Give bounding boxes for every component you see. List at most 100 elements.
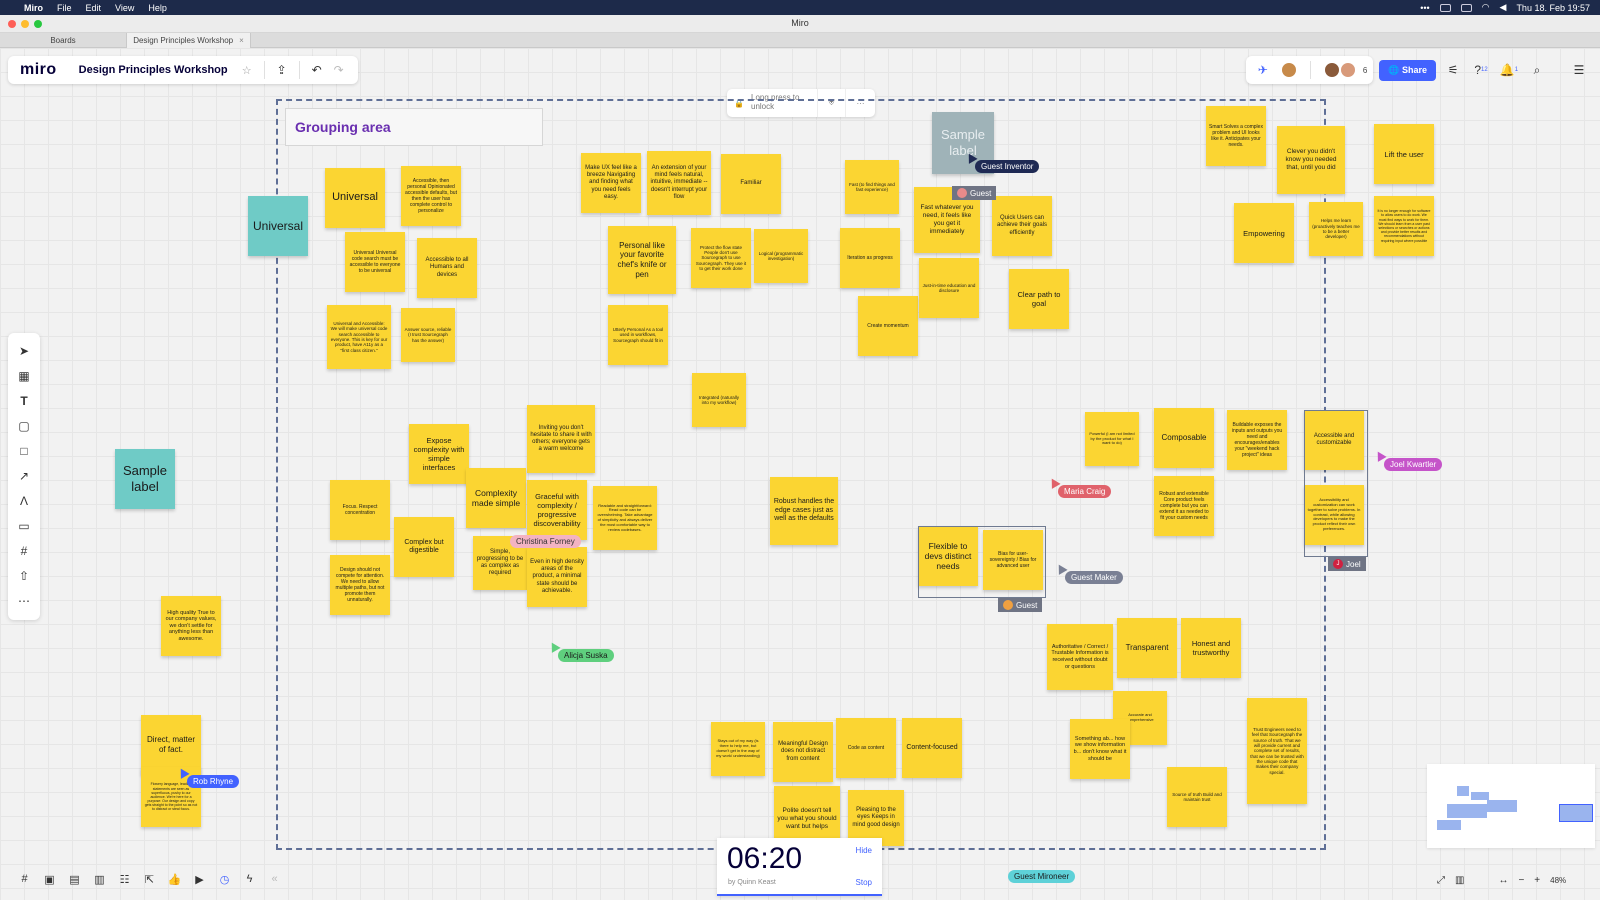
minimap[interactable] — [1427, 764, 1595, 848]
zoom-in-button[interactable]: + — [1534, 875, 1540, 886]
templates-icon[interactable]: ▦ — [13, 366, 35, 385]
upload-icon[interactable]: ⇧ — [13, 566, 35, 585]
datetime[interactable]: Thu 18. Feb 19:57 — [1516, 3, 1590, 13]
menu-edit[interactable]: Edit — [86, 3, 102, 13]
text-icon[interactable]: T — [13, 391, 35, 410]
zoom-level[interactable]: 48% — [1550, 876, 1566, 885]
sticky-note-fast-small[interactable]: Fast (to find things and fast experience… — [845, 160, 899, 214]
cards-icon[interactable]: ▥ — [89, 869, 110, 889]
sticky-note-accessible-personal[interactable]: Accessible, then personal Opinionated ac… — [401, 166, 461, 226]
sticky-note-universal[interactable]: Universal — [325, 168, 385, 228]
chat-icon[interactable]: ▤ — [64, 869, 85, 889]
share-button[interactable]: 🌐 Share — [1379, 59, 1436, 81]
sticky-note-universal-code[interactable]: Universal Universal code search must be … — [345, 232, 405, 292]
sticky-note-robust[interactable]: Robust handles the edge cases just as we… — [770, 477, 838, 545]
fit-width-icon[interactable]: ↔ — [1498, 875, 1508, 886]
display-icon[interactable] — [1460, 3, 1472, 12]
sticky-note-empowering[interactable]: Empowering — [1234, 203, 1294, 263]
sticky-note-complexity-simple[interactable]: Complexity made simple — [466, 468, 526, 528]
timer-stop-button[interactable]: Stop — [856, 878, 872, 887]
sticky-note-make-ux[interactable]: Make UX feel like a breeze Navigating an… — [581, 153, 641, 213]
sticky-note-just-in-time[interactable]: Just-in-time education and disclosure — [919, 258, 979, 318]
close-tab-icon[interactable]: × — [239, 36, 244, 45]
sticky-note-universal-teal[interactable]: Universal — [248, 196, 308, 256]
miro-logo[interactable]: miro — [20, 61, 57, 79]
more-icon[interactable]: ••• — [1420, 3, 1429, 13]
sticky-note-smart[interactable]: Smart Solves a complex problem and UI lo… — [1206, 106, 1266, 166]
sticky-note-iteration[interactable]: Iteration as progress — [840, 228, 900, 288]
shape-icon[interactable]: □ — [13, 441, 35, 460]
menu-app-name[interactable]: Miro — [24, 3, 43, 13]
frames-icon[interactable]: # — [14, 869, 35, 889]
battery-icon[interactable] — [1439, 3, 1451, 12]
menu-file[interactable]: File — [57, 3, 72, 13]
sticky-note-create-momentum[interactable]: Create momentum — [858, 296, 918, 356]
search-icon[interactable]: ⌕ — [1526, 59, 1548, 81]
sticky-note-buildable[interactable]: Buildable exposes the inputs and outputs… — [1227, 410, 1287, 470]
apps-icon[interactable]: ϟ — [239, 869, 260, 889]
frame-title-box[interactable]: Grouping area — [285, 108, 543, 146]
wifi-icon[interactable]: ◠ — [1482, 2, 1490, 13]
sticky-note-inviting[interactable]: Inviting you don't hesitate to share it … — [527, 405, 595, 473]
sticky-note-trust[interactable]: Trust Engineers need to feel that Source… — [1247, 698, 1307, 804]
sticky-note-high-quality[interactable]: High quality True to our company values,… — [161, 596, 221, 656]
minimap-viewport[interactable] — [1559, 804, 1593, 822]
sticky-note-stays-out[interactable]: Stays out of my way (is there to help me… — [711, 722, 765, 776]
sticky-note-utterly-personal[interactable]: Utterly Personal As a tool used in workf… — [608, 305, 668, 365]
kanban-icon[interactable]: ☷ — [114, 869, 135, 889]
timer-icon[interactable]: ◷ — [214, 869, 235, 889]
comment-icon[interactable]: ▭ — [13, 516, 35, 535]
collapse-icon[interactable]: « — [264, 869, 285, 889]
menu-view[interactable]: View — [115, 3, 134, 13]
avatar[interactable] — [1279, 61, 1298, 79]
sticky-note-high-density[interactable]: Even in high density areas of the produc… — [527, 547, 587, 607]
sticky-note-honest[interactable]: Honest and trustworthy — [1181, 618, 1241, 678]
reactions-icon[interactable]: ✈ — [1252, 59, 1274, 81]
sticky-note-answer-source[interactable]: Answer source, reliable (I trust Sourceg… — [401, 308, 455, 362]
timer-hide-button[interactable]: Hide — [856, 846, 872, 855]
sticky-note-helps-learn[interactable]: Helps me learn (proactively teaches me t… — [1309, 202, 1363, 256]
settings-sliders-icon[interactable]: ⚟ — [1442, 59, 1464, 81]
sticky-note-transparent[interactable]: Transparent — [1117, 618, 1177, 678]
board-title[interactable]: Design Principles Workshop — [79, 64, 228, 76]
sticky-note-robust-extensible[interactable]: Robust and extensible Core product feels… — [1154, 476, 1214, 536]
sticky-note-readable[interactable]: Readable and straightforward: Read code … — [593, 486, 657, 550]
sticky-note-universal-accessible[interactable]: Universal and Accessible: We will make u… — [327, 305, 391, 369]
sticky-note-design-not-compete[interactable]: Design should not compete for attention.… — [330, 555, 390, 615]
video-icon[interactable]: ▶ — [189, 869, 210, 889]
sticky-note-icon[interactable]: ▢ — [13, 416, 35, 435]
sticky-note-focus-respect[interactable]: Focus. Respect concentration — [330, 480, 390, 540]
sticky-note-clear-path[interactable]: Clear path to goal — [1009, 269, 1069, 329]
tab-design-principles[interactable]: Design Principles Workshop × — [127, 33, 251, 48]
zoom-out-button[interactable]: − — [1518, 875, 1524, 886]
avatar[interactable] — [1338, 61, 1357, 79]
sticky-note-logical[interactable]: Logical (programmatic investigation) — [754, 229, 808, 283]
sticky-note-no-longer[interactable]: It is no longer enough for software to a… — [1374, 196, 1434, 256]
collaborator-count[interactable]: 6 — [1363, 66, 1367, 75]
select-icon[interactable]: ➤ — [13, 341, 35, 360]
sticky-note-authoritative[interactable]: Authoritative / Correct / Trustable Info… — [1047, 624, 1113, 690]
connector-icon[interactable]: ↗ — [13, 466, 35, 485]
like-icon[interactable]: 👍 — [164, 869, 185, 889]
help-icon[interactable]: ? 12 — [1470, 59, 1492, 81]
tab-boards[interactable]: Boards — [0, 33, 127, 48]
export-icon[interactable]: ⇪ — [271, 59, 293, 81]
sticky-note-familiar[interactable]: Familiar — [721, 154, 781, 214]
sticky-note-integrated[interactable]: Integrated (naturally into my workflow) — [692, 373, 746, 427]
presentation-icon[interactable]: ▣ — [39, 869, 60, 889]
frame-icon[interactable]: # — [13, 541, 35, 560]
sticky-note-expose-complexity[interactable]: Expose complexity with simple interfaces — [409, 424, 469, 484]
sticky-note-graceful[interactable]: Graceful with complexity / progressive d… — [527, 480, 587, 540]
sticky-note-code-content[interactable]: Code as content — [836, 718, 896, 778]
sticky-note-powerful[interactable]: Powerful (I am not limited by the produc… — [1085, 412, 1139, 466]
sticky-note-protect-flow[interactable]: Protect the flow state People don't use … — [691, 228, 751, 288]
fit-screen-icon[interactable]: ⤢ — [1437, 875, 1445, 886]
sticky-note-personal-knife[interactable]: Personal like your favorite chef's knife… — [608, 226, 676, 294]
sticky-note-lift-user[interactable]: Lift the user — [1374, 124, 1434, 184]
board-panel-icon[interactable]: ☰ — [1568, 59, 1590, 81]
sticky-note-composable[interactable]: Composable — [1154, 408, 1214, 468]
sticky-note-sample-label-left[interactable]: Sample label — [115, 449, 175, 509]
bell-icon[interactable]: 🔔 1 — [1498, 59, 1520, 81]
sticky-note-source-truth[interactable]: Source of truth Build and maintain trust — [1167, 767, 1227, 827]
volume-icon[interactable]: ◀ — [1500, 2, 1507, 13]
